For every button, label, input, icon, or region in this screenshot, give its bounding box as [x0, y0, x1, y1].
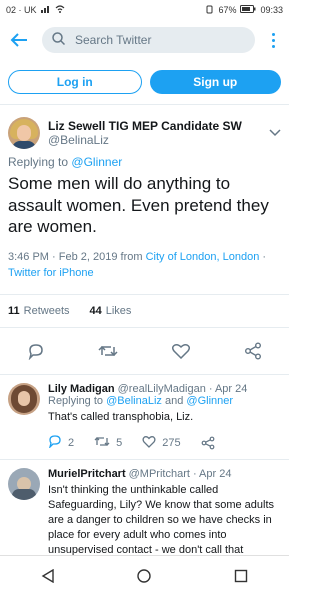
- tweet-time: 3:46 PM · Feb 2, 2019 from: [8, 250, 143, 263]
- share-icon[interactable]: [201, 436, 215, 450]
- reply-date: · Apr 24: [192, 468, 232, 481]
- share-icon[interactable]: [243, 341, 263, 361]
- replying-and: and: [164, 394, 184, 407]
- vibrate-icon: [205, 5, 214, 16]
- reply-icon: [48, 434, 62, 451]
- battery-percent: 67%: [218, 5, 237, 15]
- likes-label: Likes: [105, 304, 132, 317]
- signup-button[interactable]: Sign up: [149, 70, 281, 94]
- status-bar: 02 · UK 67% 09:33: [0, 0, 289, 20]
- tweet-text: Some men will do anything to assault wom…: [8, 174, 269, 237]
- battery-icon: [240, 5, 256, 15]
- search-input[interactable]: Search Twitter: [42, 27, 255, 53]
- tweet-stats: 11 Retweets 44 Likes: [0, 295, 289, 327]
- mention-link[interactable]: @Glinner: [71, 155, 122, 169]
- retweet-icon[interactable]: [98, 341, 118, 361]
- like-icon: [142, 435, 156, 451]
- android-nav-bar: [0, 555, 289, 600]
- nav-recents-icon[interactable]: [234, 569, 248, 588]
- more-icon[interactable]: [265, 32, 281, 48]
- mention-link[interactable]: @BelinaLiz: [106, 395, 162, 407]
- tweet-actions: [0, 328, 289, 375]
- replying-to: Replying to @BelinaLiz and @Glinner: [48, 395, 281, 407]
- carrier-label: 02 · UK: [6, 5, 37, 15]
- like-count-button[interactable]: 275: [142, 435, 181, 451]
- retweets-label: Retweets: [23, 304, 70, 317]
- mention-link[interactable]: @Glinner: [186, 395, 233, 407]
- avatar[interactable]: [8, 382, 40, 415]
- replying-prefix: Replying to: [8, 155, 69, 169]
- likes-stat[interactable]: 44 Likes: [90, 305, 132, 317]
- like-count: 275: [162, 436, 181, 449]
- meta-separator: ·: [262, 250, 267, 263]
- reply-actions: 2 5 275: [48, 434, 281, 451]
- reply-tweet[interactable]: MurielPritchart @MPritchart · Apr 24 Isn…: [0, 460, 289, 565]
- reply-tweet[interactable]: Lily Madigan @realLilyMadigan · Apr 24 R…: [0, 375, 289, 461]
- login-button[interactable]: Log in: [8, 70, 142, 94]
- avatar[interactable]: [8, 117, 40, 149]
- retweet-count: 5: [116, 436, 123, 449]
- reply-author-name[interactable]: MurielPritchart: [48, 468, 126, 480]
- retweets-stat[interactable]: 11 Retweets: [8, 305, 70, 317]
- author-handle[interactable]: @BelinaLiz: [48, 133, 269, 147]
- reply-count-button[interactable]: 2: [48, 434, 74, 451]
- chevron-down-icon[interactable]: [269, 126, 281, 140]
- retweet-icon: [94, 435, 110, 451]
- likes-count: 44: [89, 304, 102, 317]
- clock: 09:33: [260, 5, 283, 15]
- replying-prefix: Replying to: [48, 394, 104, 407]
- reply-count: 2: [68, 436, 75, 449]
- location-link[interactable]: City of London, London: [146, 251, 260, 263]
- nav-back-icon[interactable]: [41, 568, 55, 588]
- nav-home-icon[interactable]: [137, 568, 152, 588]
- top-bar: Search Twitter: [0, 20, 289, 60]
- client-link[interactable]: Twitter for iPhone: [8, 267, 94, 279]
- wifi-icon: [55, 5, 65, 15]
- back-arrow-icon[interactable]: [8, 29, 30, 51]
- main-tweet: Liz Sewell TIG MEP Candidate SW @BelinaL…: [0, 105, 289, 282]
- retweet-count-button[interactable]: 5: [94, 435, 122, 451]
- reply-author-name[interactable]: Lily Madigan: [48, 383, 115, 395]
- reply-author-handle: @realLilyMadigan: [117, 382, 206, 395]
- reply-text: Isn't thinking the unthinkable called Sa…: [48, 484, 275, 556]
- retweets-count: 11: [8, 304, 20, 317]
- reply-icon[interactable]: [26, 341, 46, 361]
- reply-text: That's called transphobia, Liz.: [48, 410, 194, 423]
- tweet-meta: 3:46 PM · Feb 2, 2019 from City of Londo…: [8, 250, 281, 282]
- replying-to: Replying to @Glinner: [8, 155, 281, 169]
- search-placeholder: Search Twitter: [75, 33, 152, 47]
- reply-date: · Apr 24: [208, 382, 248, 395]
- reply-author-handle: @MPritchart: [128, 468, 190, 481]
- avatar[interactable]: [8, 468, 40, 501]
- like-icon[interactable]: [171, 341, 191, 361]
- auth-bar: Log in Sign up: [0, 60, 289, 105]
- search-icon: [52, 32, 75, 48]
- author-name[interactable]: Liz Sewell TIG MEP Candidate SW: [48, 119, 269, 133]
- signal-icon: [40, 5, 51, 15]
